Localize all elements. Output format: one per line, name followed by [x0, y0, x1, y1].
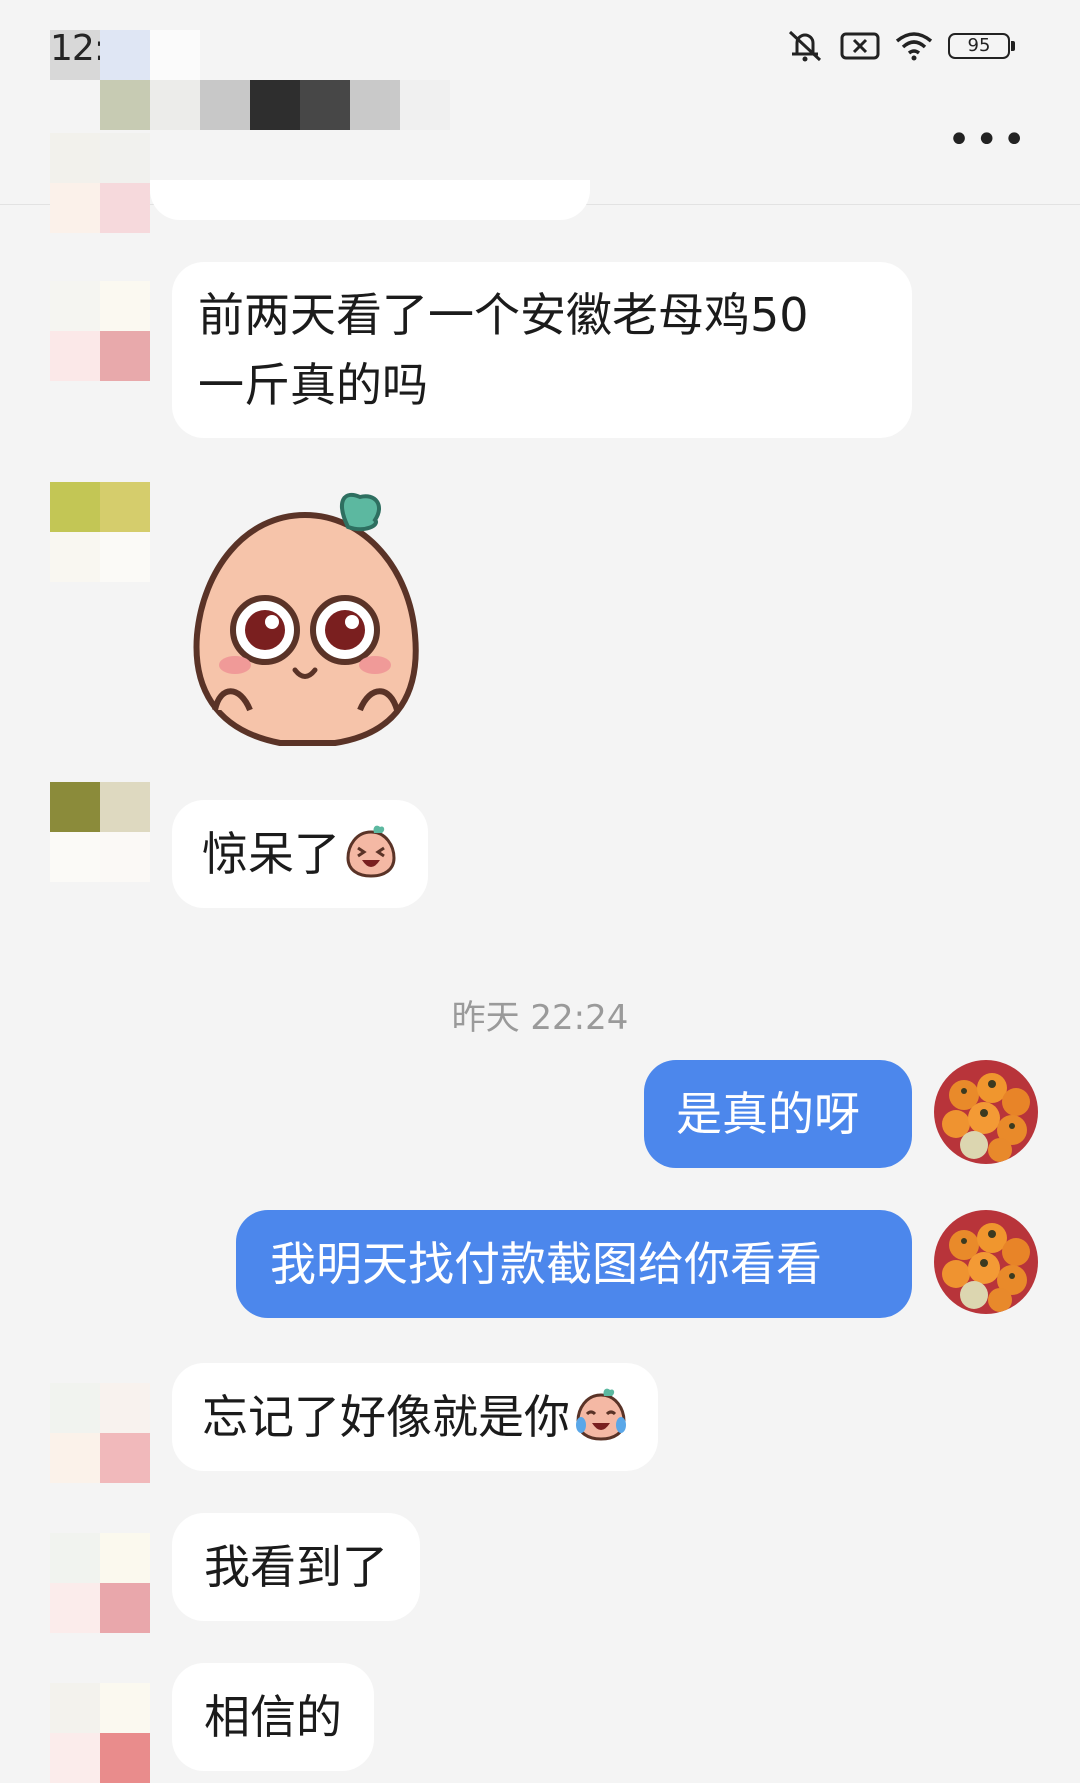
laughing-peach-emoji [346, 825, 396, 878]
message-bubble-incoming[interactable]: 前两天看了一个安徽老母鸡50 一斤真的吗 [172, 262, 912, 438]
message-bubble-incoming[interactable]: 相信的 [172, 1663, 374, 1771]
message-bubble-outgoing[interactable]: 是真的呀 [644, 1060, 912, 1168]
message-bubble-incoming[interactable]: 我看到了 [172, 1513, 420, 1621]
persimmons-avatar-image [934, 1060, 1038, 1164]
crying-laughing-peach-emoji [576, 1388, 626, 1441]
message-bubble-incoming[interactable]: 惊呆了 [172, 800, 428, 908]
mute-icon [788, 30, 822, 62]
my-avatar[interactable] [934, 1060, 1038, 1164]
message-text: 惊呆了 [202, 827, 340, 881]
my-avatar[interactable] [934, 1210, 1038, 1314]
battery-icon: 95 [948, 33, 1015, 59]
surprised-peach-sticker[interactable] [185, 485, 425, 750]
header-title-mosaic [50, 30, 450, 130]
timestamp: 昨天 22:24 [451, 998, 629, 1038]
contact-avatar [50, 281, 150, 381]
contact-avatar [50, 782, 150, 882]
wifi-icon [895, 32, 933, 61]
contact-avatar [50, 482, 150, 582]
contact-avatar [50, 1383, 150, 1483]
cutoff-avatar [50, 133, 150, 233]
contact-avatar [50, 1683, 150, 1783]
message-bubble-outgoing[interactable]: 我明天找付款截图给你看看 [236, 1210, 912, 1318]
cutoff-bubble [150, 180, 590, 220]
persimmons-avatar-image [934, 1210, 1038, 1314]
more-button[interactable]: ••• [947, 120, 1030, 160]
no-sim-icon [840, 32, 880, 60]
message-text: 忘记了好像就是你 [202, 1390, 570, 1444]
status-icons: 95 [784, 28, 1015, 64]
message-bubble-incoming[interactable]: 忘记了好像就是你 [172, 1363, 658, 1471]
contact-avatar [50, 1533, 150, 1633]
